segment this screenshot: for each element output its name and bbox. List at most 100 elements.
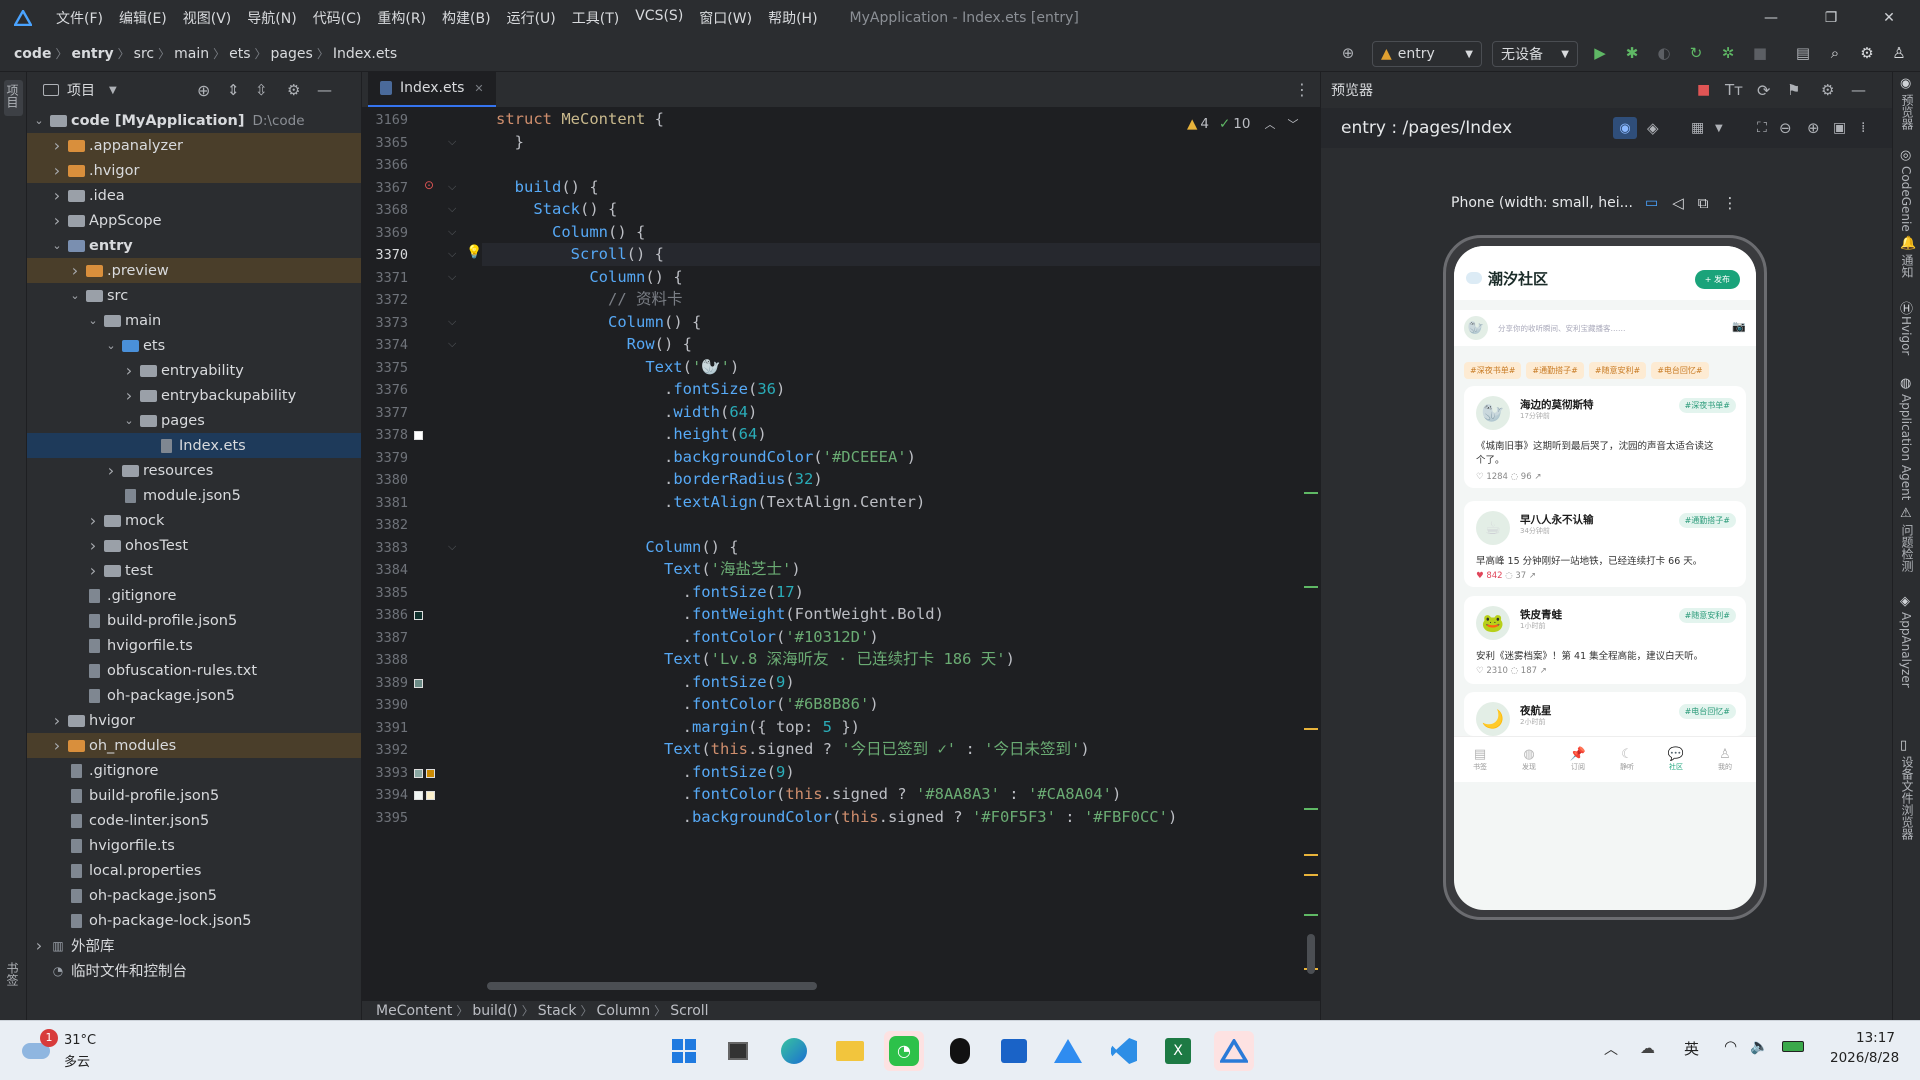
device-switch-icon[interactable]: ▭ (1645, 195, 1658, 211)
color-swatch[interactable] (414, 791, 423, 800)
multi-device-icon[interactable]: ⧉ (1698, 194, 1709, 212)
maximize-button[interactable]: ❐ (1808, 0, 1854, 36)
menu-item[interactable]: 文件(F) (56, 8, 103, 28)
file-explorer-icon[interactable] (830, 1031, 870, 1071)
bookmarks-tool-label[interactable]: 书签 (4, 962, 21, 986)
chevron-down-icon[interactable]: ⌄ (85, 314, 101, 327)
more-icon[interactable]: ⋮ (1722, 194, 1737, 212)
breadcrumb-item[interactable]: entry (71, 46, 113, 62)
font-size-icon[interactable]: Tт (1725, 81, 1743, 99)
code-line[interactable]: .fontColor(this.signed ? '#8AA8A3' : '#C… (482, 783, 1122, 806)
tree-item[interactable]: oh-package.json5 (27, 883, 361, 908)
clock-time[interactable]: 13:17 (1856, 1030, 1895, 1046)
attach-debugger-icon[interactable]: ✲ (1717, 42, 1739, 64)
gear-icon[interactable]: ⚙ (1821, 81, 1834, 99)
code-line[interactable]: .height(64) (482, 423, 767, 446)
fold-marker-icon[interactable]: ⌵ (448, 225, 456, 239)
breadcrumb-item[interactable]: Index.ets (333, 46, 397, 62)
expand-all-icon[interactable]: ⇕ (227, 81, 240, 99)
tree-item[interactable]: hvigorfile.ts (27, 833, 361, 858)
tool-window-label[interactable]: 设备文件浏览器 (1899, 756, 1916, 840)
breadcrumb-item[interactable]: pages (271, 46, 313, 62)
fold-marker-icon[interactable]: ⌵ (448, 337, 456, 351)
fold-marker-icon[interactable]: ⌵ (448, 540, 456, 554)
nav-item-1[interactable]: ◍ 发现 (1509, 747, 1549, 772)
tool-window-label[interactable]: CodeGenie (1899, 166, 1913, 232)
menu-item[interactable]: 窗口(W) (699, 8, 752, 28)
tree-item[interactable]: › ▥ 外部库 (27, 933, 361, 958)
module-selector[interactable]: ▲ entry ▼ (1372, 41, 1482, 67)
run-icon[interactable]: ▶ (1589, 42, 1611, 64)
tree-item[interactable]: › resources (27, 458, 361, 483)
tree-item[interactable]: ⌄ ets (27, 333, 361, 358)
breadcrumb-item[interactable]: code (14, 46, 51, 62)
code-line[interactable] (482, 153, 496, 176)
breadcrumb-item[interactable]: main (174, 46, 209, 62)
inspector-icon[interactable]: ◉ (1613, 117, 1637, 139)
post-tag[interactable]: #通勤搭子# (1678, 513, 1736, 528)
deveco-studio-icon[interactable] (1214, 1031, 1254, 1071)
tool-window-label[interactable]: 通知 (1899, 254, 1916, 278)
post-card[interactable]: 🌙 夜航星 2小时前 #电台回忆# (1464, 692, 1746, 736)
post-tag[interactable]: #深夜书单# (1678, 398, 1736, 413)
tree-item[interactable]: local.properties (27, 858, 361, 883)
menu-item[interactable]: 代码(C) (313, 8, 362, 28)
tree-item[interactable]: › .hvigor (27, 158, 361, 183)
rotate-icon[interactable]: ◁ (1672, 194, 1684, 212)
tree-item[interactable]: code-linter.json5 (27, 808, 361, 833)
minimize-button[interactable]: — (1748, 0, 1794, 36)
ruler-icon[interactable]: ⁞ (1861, 120, 1865, 136)
chevron-right-icon[interactable]: › (49, 211, 65, 230)
share-icon[interactable]: ↗ (1537, 666, 1547, 676)
tree-item[interactable]: › entrybackupability (27, 383, 361, 408)
tool-window-icon[interactable]: ◈ (1900, 594, 1910, 609)
chevron-right-icon[interactable]: › (49, 711, 65, 730)
chevron-right-icon[interactable]: › (103, 461, 119, 480)
compose-bar[interactable]: 🦭 分享你的收听瞬间、安利宝藏播客…… 📷 (1454, 310, 1756, 346)
topic-chip[interactable]: #电台回忆# (1651, 362, 1709, 379)
nav-item-5[interactable]: ♙ 我的 (1705, 747, 1745, 772)
code-line[interactable]: .backgroundColor('#DCEEEA') (482, 446, 916, 469)
collapse-all-icon[interactable]: ⇳ (255, 81, 268, 99)
code-line[interactable]: Column() { (482, 221, 645, 244)
settings-icon[interactable]: ⚙ (1856, 42, 1878, 64)
tree-item[interactable]: oh-package.json5 (27, 683, 361, 708)
tab-index-ets[interactable]: Index.ets ✕ (368, 71, 496, 107)
tool-window-icon[interactable]: ◍ (1900, 376, 1911, 391)
grid-icon[interactable]: ▦ (1691, 120, 1704, 136)
topic-chip[interactable]: #深夜书单# (1464, 362, 1522, 379)
code-line[interactable]: Scroll() { (482, 243, 1320, 266)
stop-preview-icon[interactable]: ■ (1697, 82, 1710, 98)
breadcrumb-item[interactable]: ets (229, 46, 250, 62)
intention-bulb-icon[interactable]: 💡 (466, 245, 482, 260)
menu-item[interactable]: 重构(R) (377, 8, 426, 28)
start-button[interactable] (664, 1031, 704, 1071)
wechat-icon[interactable]: ◔ (884, 1031, 924, 1071)
code-line[interactable]: Column() { (482, 266, 682, 289)
scrollbar-marks[interactable] (1304, 108, 1318, 980)
code-line[interactable]: Text('🦭') (482, 356, 739, 379)
chevron-down-icon[interactable]: ▼ (109, 85, 117, 96)
stop-icon[interactable]: ■ (1749, 42, 1771, 64)
target-icon[interactable]: ⊕ (1337, 42, 1359, 64)
nav-item-4[interactable]: 💬 社区 (1656, 747, 1696, 772)
code-line[interactable]: .width(64) (482, 401, 757, 424)
device-selector[interactable]: 无设备 ▼ (1492, 41, 1578, 67)
menu-item[interactable]: VCS(S) (635, 8, 683, 28)
code-line[interactable]: Column() { (482, 536, 738, 559)
menu-item[interactable]: 运行(U) (507, 8, 556, 28)
inspection-widget[interactable]: ▲ 4 ✓ 10 ︿ ﹀ (1187, 116, 1298, 132)
code-line[interactable]: .borderRadius(32) (482, 468, 823, 491)
tree-item[interactable]: Index.ets (27, 433, 361, 458)
chevron-right-icon[interactable]: › (49, 186, 65, 205)
edge-browser-icon[interactable] (774, 1031, 814, 1071)
chevron-down-icon[interactable]: ⌄ (103, 339, 119, 352)
color-swatch[interactable] (426, 791, 435, 800)
code-line[interactable]: .fontColor('#6B8B86') (482, 693, 879, 716)
tree-item[interactable]: › AppScope (27, 208, 361, 233)
tree-item[interactable]: › .preview (27, 258, 361, 283)
app-logo-icon[interactable] (0, 0, 46, 36)
refresh-icon[interactable]: ⟳ (1757, 81, 1770, 100)
editor-crumb-item[interactable]: MeContent (376, 1003, 452, 1019)
nav-item-2[interactable]: 📌 订阅 (1558, 747, 1598, 772)
